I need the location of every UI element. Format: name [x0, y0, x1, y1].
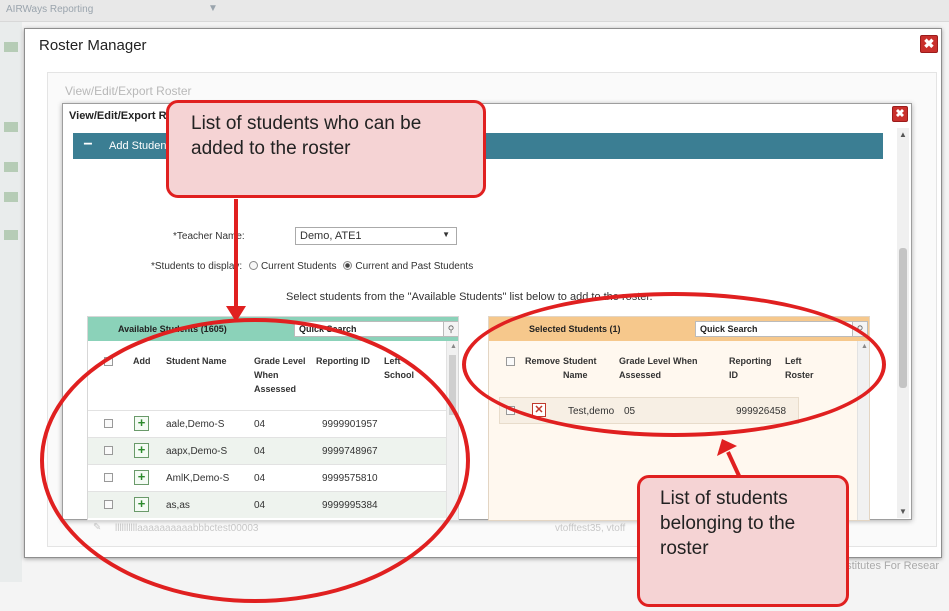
available-students-callout: List of students who can be added to the… — [166, 100, 486, 198]
arrow-head — [226, 306, 246, 322]
selected-students-callout: List of students belonging to the roster — [637, 475, 849, 607]
